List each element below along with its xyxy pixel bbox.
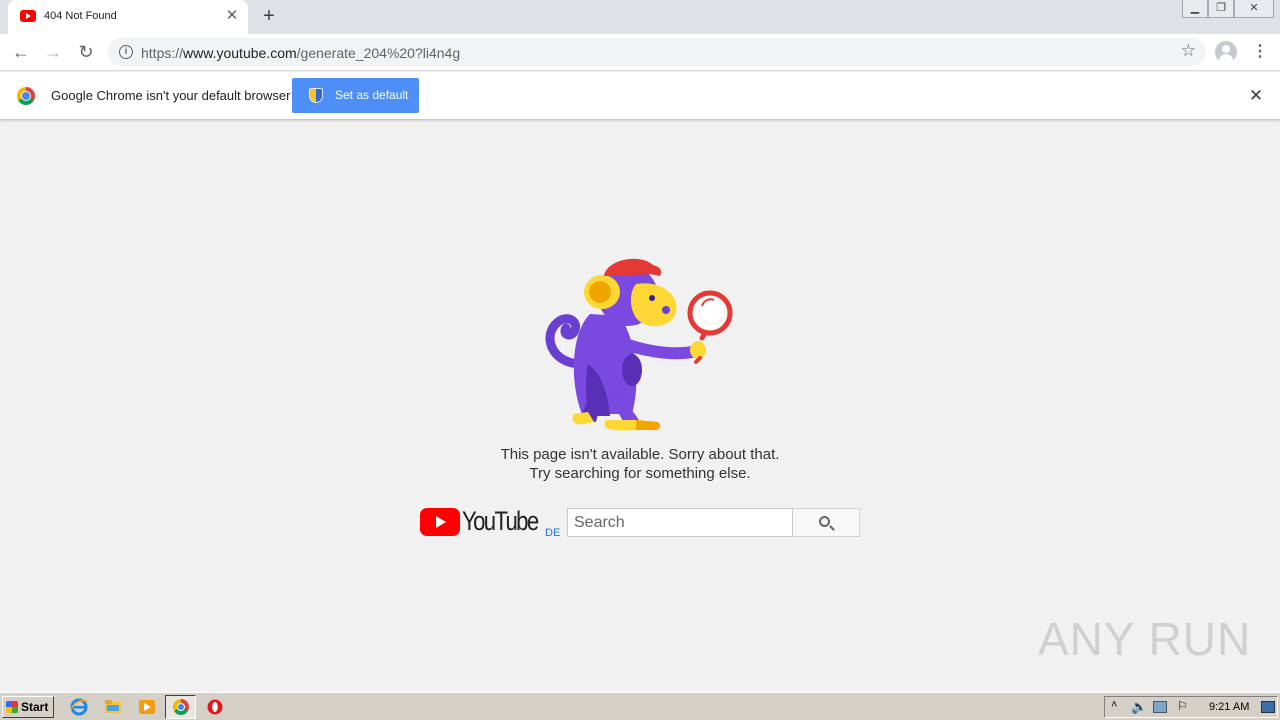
- infobar-close-icon[interactable]: ✕: [1246, 86, 1266, 106]
- site-info-icon[interactable]: i: [119, 45, 133, 59]
- set-as-default-label: Set as default: [335, 88, 409, 102]
- media-player-icon[interactable]: [138, 698, 156, 716]
- windows-taskbar: Start ˄ 🔈 ⚐ 9:21 AM: [0, 692, 1280, 720]
- show-desktop-icon[interactable]: [1261, 701, 1275, 713]
- uac-shield-icon: [309, 88, 323, 103]
- back-arrow-icon[interactable]: ←: [10, 42, 32, 64]
- new-tab-icon[interactable]: +: [258, 6, 280, 28]
- forward-arrow-icon[interactable]: →: [42, 42, 64, 64]
- search-input[interactable]: [567, 508, 793, 537]
- volume-icon[interactable]: 🔈: [1131, 699, 1147, 715]
- default-browser-infobar: Google Chrome isn't your default browser…: [0, 72, 1280, 120]
- search-button[interactable]: [793, 508, 860, 537]
- url-host: www.youtube.com: [183, 45, 297, 61]
- url-path: /generate_204%20?li4n4g: [296, 45, 461, 61]
- bookmark-star-icon[interactable]: ☆: [1181, 41, 1196, 61]
- system-tray: ˄ 🔈 ⚐: [1104, 696, 1278, 718]
- profile-avatar-icon[interactable]: [1215, 41, 1237, 63]
- youtube-play-logo-icon[interactable]: [420, 508, 460, 536]
- address-bar[interactable]: i https://www.youtube.com/generate_204%2…: [108, 38, 1206, 66]
- infobar-message: Google Chrome isn't your default browser: [51, 88, 291, 103]
- url-text[interactable]: https://www.youtube.com/generate_204%20?…: [141, 45, 460, 61]
- file-explorer-icon[interactable]: [104, 698, 122, 716]
- opera-icon[interactable]: [206, 698, 224, 716]
- country-code: DE: [545, 527, 561, 539]
- network-icon[interactable]: [1153, 701, 1167, 713]
- internet-explorer-icon[interactable]: [70, 698, 88, 716]
- youtube-wordmark[interactable]: YouTube: [462, 506, 539, 537]
- search-icon: [819, 516, 830, 527]
- start-button[interactable]: Start: [2, 696, 54, 718]
- tab-404-not-found[interactable]: 404 Not Found ✕: [8, 0, 248, 34]
- restore-icon[interactable]: ❐: [1208, 0, 1234, 18]
- error-message-line2: Try searching for something else.: [529, 465, 751, 482]
- minimize-icon[interactable]: ▁: [1182, 0, 1208, 18]
- set-as-default-button[interactable]: Set as default: [292, 78, 419, 113]
- monkey-with-magnifier-illustration: [545, 258, 733, 431]
- reload-icon[interactable]: ↻: [75, 42, 97, 64]
- error-message-line1: This page isn't available. Sorry about t…: [500, 446, 780, 463]
- chrome-taskbar-icon: [173, 699, 189, 715]
- chrome-logo-icon: [17, 87, 35, 105]
- tab-title: 404 Not Found: [44, 10, 117, 22]
- tab-close-icon[interactable]: ✕: [222, 6, 242, 26]
- action-center-flag-icon[interactable]: ⚐: [1177, 699, 1188, 713]
- anyrun-watermark: ANY RUN: [1038, 613, 1252, 665]
- browser-window: 404 Not Found ✕ + ▁ ❐ ✕ ← → ↻ i https://…: [0, 0, 1280, 720]
- taskbar-chrome-button[interactable]: [165, 695, 196, 719]
- youtube-favicon-icon: [20, 10, 36, 22]
- chrome-menu-icon[interactable]: ⋮: [1252, 42, 1268, 64]
- url-prefix: https://: [141, 45, 184, 61]
- taskbar-clock[interactable]: 9:21 AM: [1209, 701, 1249, 713]
- browser-toolbar: ← → ↻ i https://www.youtube.com/generate…: [0, 34, 1280, 71]
- window-close-icon[interactable]: ✕: [1234, 0, 1274, 18]
- show-hidden-icons-icon[interactable]: ˄: [1111, 699, 1117, 711]
- windows-flag-icon: [6, 701, 18, 713]
- start-label: Start: [21, 700, 49, 714]
- tab-strip: 404 Not Found ✕ + ▁ ❐ ✕: [0, 0, 1280, 34]
